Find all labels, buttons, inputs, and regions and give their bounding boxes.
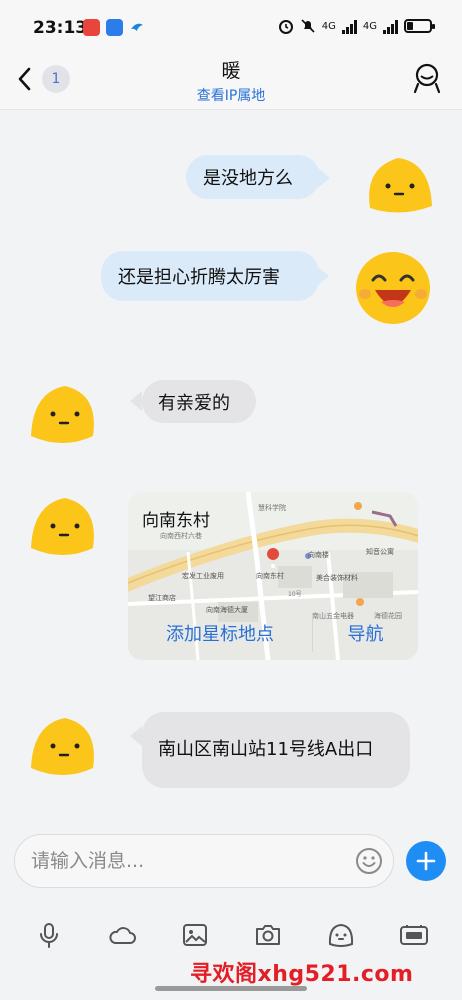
network-type: 4G	[321, 20, 336, 32]
plus-icon	[416, 851, 436, 871]
gif-icon	[399, 925, 428, 945]
avatar[interactable]	[355, 250, 431, 326]
message-bubble[interactable]: 是没地方么	[186, 155, 320, 199]
message-text: 南山区南山站11号线A出口	[158, 739, 374, 760]
avatar[interactable]	[27, 710, 103, 786]
image-button[interactable]	[180, 920, 210, 950]
image-icon	[182, 924, 207, 946]
mute-icon	[301, 19, 315, 33]
status-app-icons	[83, 19, 145, 36]
message-bubble[interactable]: 南山区南山站11号线A出口	[142, 712, 410, 788]
cloud-button[interactable]	[107, 920, 137, 950]
message-bubble[interactable]: 有亲爱的	[142, 380, 256, 423]
chat-header: 1 暖 查看IP属地	[0, 50, 462, 110]
bird-icon	[131, 23, 143, 31]
map-label: 向南楼	[308, 550, 329, 559]
gif-button[interactable]	[399, 920, 429, 950]
add-star-location-button[interactable]: 添加星标地点	[128, 614, 313, 652]
avatar[interactable]	[360, 148, 436, 224]
map-label: 10号	[288, 591, 302, 598]
map-label: 向南海德大厦	[206, 605, 248, 614]
network-type: 4G	[362, 20, 377, 32]
location-card[interactable]: 慧科学院 向南西村六巷 向南楼 知音公寓 宏发工业废用 向南东村 美合装饰材料 …	[128, 492, 418, 660]
notification-app-icon	[106, 19, 123, 36]
avatar[interactable]	[27, 378, 103, 454]
mic-icon	[39, 923, 58, 948]
message-input-bar	[14, 834, 394, 888]
message-text: 还是担心折腾太厉害	[118, 267, 280, 288]
message-input[interactable]	[31, 845, 351, 877]
alarm-icon	[278, 20, 293, 34]
sticker-button[interactable]	[326, 920, 356, 950]
status-time: 23:13	[33, 18, 88, 38]
camera-icon	[255, 925, 280, 945]
location-title: 向南东村	[142, 511, 210, 531]
input-toolbar	[0, 912, 462, 958]
message-text: 有亲爱的	[158, 392, 230, 414]
message-text: 是没地方么	[203, 168, 293, 189]
battery-icon	[404, 19, 435, 33]
cloud-icon	[108, 927, 136, 944]
navigate-button[interactable]: 导航	[313, 614, 418, 652]
home-indicator[interactable]	[155, 986, 307, 991]
map-label: 望江商店	[148, 593, 176, 602]
signal-icon	[341, 18, 357, 34]
map-label: 知音公寓	[366, 547, 394, 556]
emoji-icon[interactable]	[355, 847, 383, 875]
emoji-icon	[328, 923, 353, 947]
map-label: 宏发工业废用	[182, 571, 224, 580]
map-label: 向南东村	[256, 571, 284, 580]
chat-title: 暖	[221, 60, 241, 82]
status-indicators: 4G 4G	[278, 18, 435, 34]
signal-icon	[383, 18, 398, 34]
view-ip-location-link[interactable]: 查看IP属地	[0, 85, 462, 105]
profile-icon[interactable]	[412, 62, 442, 96]
map-label: 向南西村六巷	[160, 531, 202, 540]
voice-button[interactable]	[34, 920, 64, 950]
watermark-text: 寻欢阁xhg521.com	[190, 962, 414, 987]
location-actions: 添加星标地点 导航	[128, 614, 418, 652]
plus-button[interactable]	[406, 841, 446, 881]
notification-app-icon	[83, 19, 100, 36]
camera-button[interactable]	[253, 920, 283, 950]
message-bubble[interactable]: 还是担心折腾太厉害	[101, 251, 319, 301]
map-label: 慧科学院	[258, 503, 286, 512]
avatar[interactable]	[27, 490, 103, 566]
map-label: 美合装饰材料	[316, 573, 358, 582]
